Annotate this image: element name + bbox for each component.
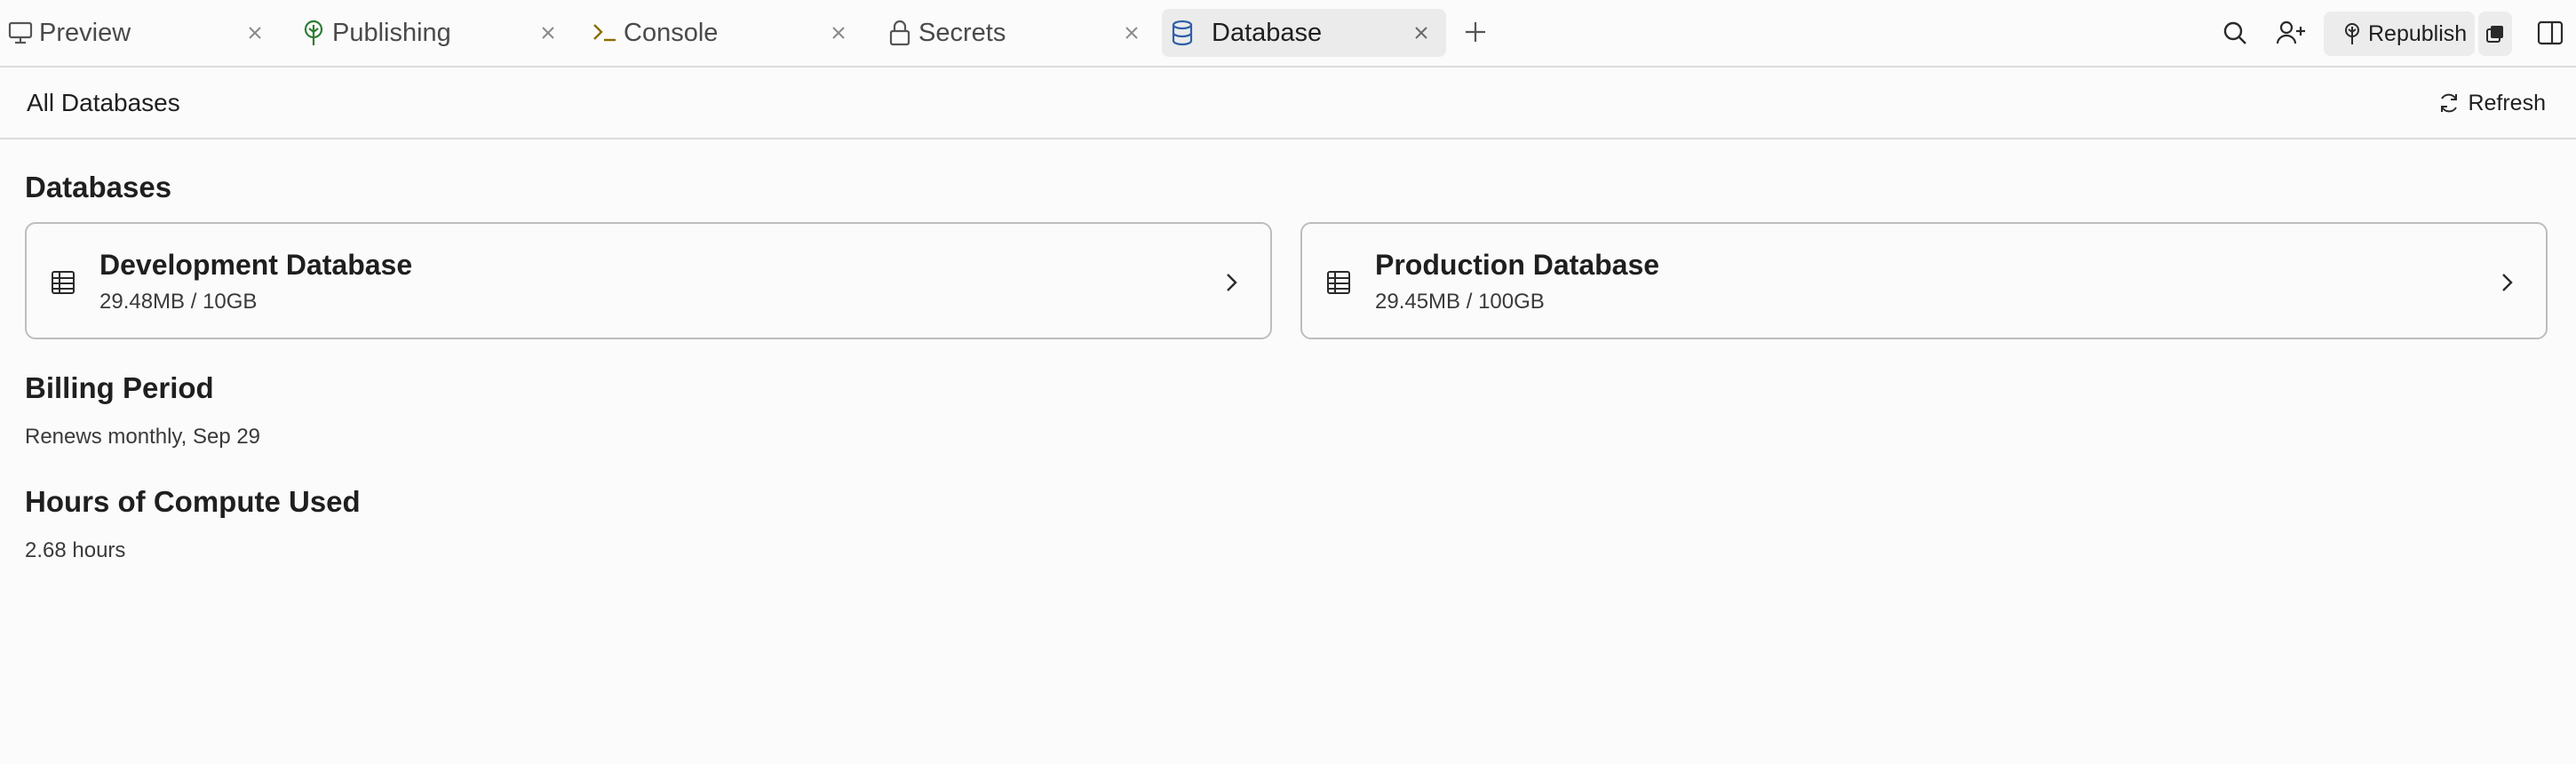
new-tab-plus-icon[interactable] — [1463, 20, 1488, 44]
tab-preview[interactable]: Preview — [0, 9, 275, 57]
table-icon — [50, 269, 76, 296]
refresh-icon — [2437, 92, 2461, 115]
republish-label: Republish — [2368, 21, 2468, 46]
database-name: Development Database — [99, 249, 413, 281]
tab-label: Secrets — [918, 19, 1006, 47]
table-icon — [1325, 269, 1352, 296]
refresh-button[interactable]: Refresh — [2437, 87, 2546, 119]
tab-database[interactable]: Database — [1162, 9, 1446, 57]
tab-secrets[interactable]: Secrets — [879, 9, 1146, 57]
chevron-right-icon — [1220, 271, 1242, 294]
production-database-card[interactable]: Production Database 29.45MB / 100GB — [1300, 222, 2548, 339]
development-database-card[interactable]: Development Database 29.48MB / 10GB — [25, 222, 1272, 339]
republish-menu-icon[interactable] — [2478, 12, 2512, 56]
tab-label: Database — [1212, 19, 1323, 47]
database-name: Production Database — [1375, 249, 1660, 281]
database-usage: 29.45MB / 100GB — [1375, 290, 1545, 314]
close-icon[interactable] — [830, 24, 847, 42]
close-icon[interactable] — [246, 24, 264, 42]
billing-period-value: Renews monthly, Sep 29 — [25, 425, 261, 449]
split-panel-icon[interactable] — [2535, 18, 2565, 48]
billing-period-heading: Billing Period — [25, 371, 214, 404]
close-icon[interactable] — [1123, 24, 1141, 42]
search-icon[interactable] — [2220, 18, 2250, 48]
monitor-icon — [7, 20, 34, 45]
close-icon[interactable] — [539, 24, 557, 42]
tab-label: Console — [624, 19, 719, 47]
terminal-icon — [592, 20, 618, 45]
publishing-tree-icon — [2341, 22, 2363, 45]
tab-publishing[interactable]: Publishing — [293, 9, 568, 57]
close-icon[interactable] — [1412, 24, 1430, 42]
database-icon — [1169, 20, 1196, 46]
databases-heading: Databases — [25, 171, 172, 203]
page-title: All Databases — [27, 89, 180, 116]
refresh-label: Refresh — [2468, 90, 2546, 115]
database-usage: 29.48MB / 10GB — [99, 290, 258, 314]
add-user-icon[interactable] — [2276, 18, 2306, 48]
tab-label: Preview — [39, 19, 131, 47]
tab-bar: Preview Publishing Console Secrets Datab… — [0, 0, 2576, 68]
lock-icon — [886, 20, 913, 46]
publishing-tree-icon — [300, 20, 327, 45]
compute-hours-heading: Hours of Compute Used — [25, 485, 361, 518]
chevron-right-icon — [2496, 271, 2517, 294]
compute-hours-value: 2.68 hours — [25, 538, 126, 562]
database-header-bar: All Databases Refresh — [0, 68, 2576, 139]
tab-label: Publishing — [332, 19, 451, 47]
tab-console[interactable]: Console — [584, 9, 851, 57]
republish-button[interactable]: Republish — [2324, 12, 2475, 56]
